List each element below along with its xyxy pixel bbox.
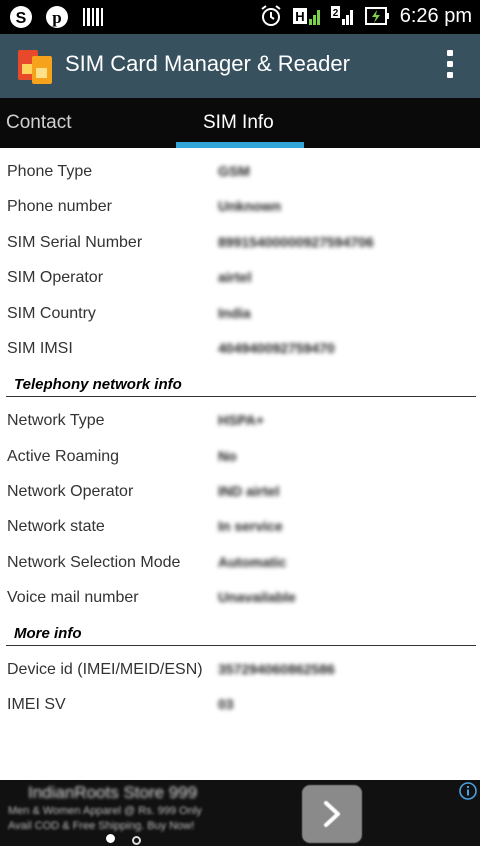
ad-title: IndianRoots Store 999	[28, 783, 198, 802]
tab-sim-info[interactable]: SIM Info	[176, 98, 304, 148]
row-value: No	[218, 448, 237, 464]
svg-text:S: S	[16, 10, 27, 27]
section-divider	[6, 396, 476, 397]
app-title: SIM Card Manager & Reader	[65, 51, 350, 76]
ad-text-line-1: Men & Women Apparel @ Rs. 999 Only	[8, 805, 202, 817]
row-label: IMEI SV	[7, 696, 66, 713]
section-divider	[6, 645, 476, 646]
row-label: Phone Type	[7, 163, 93, 180]
row-value: In service	[218, 518, 283, 534]
section-title: Telephony network info	[14, 376, 182, 393]
info-row-sim-serial: SIM Serial Number 89915400000927594706	[0, 228, 480, 258]
row-value: GSM	[218, 163, 250, 179]
row-label: Network Operator	[7, 483, 134, 500]
svg-text:p: p	[52, 8, 61, 27]
svg-text:2: 2	[332, 8, 338, 19]
info-icon[interactable]	[459, 782, 477, 800]
row-value: 03	[218, 696, 234, 712]
row-value: 89915400000927594706	[218, 234, 374, 250]
info-row-network-type: Network Type HSPA+	[0, 406, 480, 436]
row-value: India	[218, 305, 251, 321]
tab-bar: Contact SIM Info	[0, 98, 480, 148]
app-bar: SIM Card Manager & Reader	[0, 34, 480, 98]
info-row-network-state: Network state In service	[0, 512, 480, 542]
battery-charging-icon	[364, 7, 389, 25]
row-value: Automatic	[218, 554, 287, 570]
section-title: More info	[14, 625, 82, 642]
info-row-device-id: Device id (IMEI/MEID/ESN) 35729406086258…	[0, 655, 480, 685]
row-value: 404940092759470	[218, 340, 335, 356]
section-header-telephony: Telephony network info	[0, 373, 480, 397]
row-value: Unavailable	[218, 589, 296, 605]
info-row-phone-type: Phone Type GSM	[0, 157, 480, 187]
row-label: SIM Serial Number	[7, 234, 143, 251]
sim-cards-logo-icon	[18, 50, 52, 84]
info-row-sim-country: SIM Country India	[0, 299, 480, 329]
row-label: SIM IMSI	[7, 340, 73, 357]
row-label: SIM Country	[7, 305, 96, 322]
row-label: Network Selection Mode	[7, 554, 181, 571]
info-row-sim-imsi: SIM IMSI 404940092759470	[0, 334, 480, 364]
info-row-imei-sv: IMEI SV 03	[0, 690, 480, 720]
svg-text:H: H	[295, 9, 304, 24]
row-value: IND airtel	[218, 483, 280, 499]
ad-dot-active	[106, 834, 115, 843]
info-row-active-roaming: Active Roaming No	[0, 442, 480, 472]
info-row-network-selection-mode: Network Selection Mode Automatic	[0, 548, 480, 578]
alarm-icon	[261, 5, 281, 26]
tab-contact[interactable]: Contact	[0, 98, 176, 148]
tab-sim-info-label: SIM Info	[203, 112, 274, 133]
tab-contact-label: Contact	[6, 112, 72, 133]
info-row-phone-number: Phone number Unknown	[0, 192, 480, 222]
row-label: SIM Operator	[7, 269, 104, 286]
info-row-voice-mail-number: Voice mail number Unavailable	[0, 583, 480, 613]
overflow-menu-icon[interactable]	[444, 50, 456, 82]
row-label: Network state	[7, 518, 105, 535]
sim2-signal-icon: 2	[330, 6, 353, 25]
row-label: Voice mail number	[7, 589, 139, 606]
hspa-signal-icon: H	[292, 8, 320, 25]
ad-open-button[interactable]	[302, 785, 362, 843]
section-header-more-info: More info	[0, 622, 480, 646]
chevron-right-icon	[324, 801, 340, 827]
status-bar-left-icons: S p	[8, 4, 106, 30]
row-value: Unknown	[218, 198, 281, 214]
tab-selected-indicator	[176, 142, 304, 148]
ad-dot-inactive	[132, 836, 141, 845]
row-value: HSPA+	[218, 412, 265, 428]
info-row-sim-operator: SIM Operator airtel	[0, 263, 480, 293]
pinterest-icon: p	[46, 6, 68, 28]
ad-text-line-2: Avail COD & Free Shipping. Buy Now!	[8, 820, 195, 832]
bottom-strip	[0, 846, 480, 854]
ad-banner[interactable]: IndianRoots Store 999 Men & Women Appare…	[0, 780, 480, 846]
row-label: Active Roaming	[7, 448, 120, 465]
skype-icon: S	[10, 6, 32, 28]
row-label: Network Type	[7, 412, 105, 429]
ad-carousel-dots	[104, 832, 144, 845]
row-label: Device id (IMEI/MEID/ESN)	[7, 661, 203, 678]
row-label: Phone number	[7, 198, 112, 215]
status-bar: S p H 2 6:26 pm	[0, 0, 480, 34]
info-row-network-operator: Network Operator IND airtel	[0, 477, 480, 507]
row-value: airtel	[218, 269, 252, 285]
status-bar-right-icons: H 2 6:26 pm	[258, 3, 472, 29]
status-time: 6:26 pm	[399, 4, 472, 27]
barcode-icon	[83, 8, 103, 26]
row-value: 357294060862586	[218, 661, 335, 677]
